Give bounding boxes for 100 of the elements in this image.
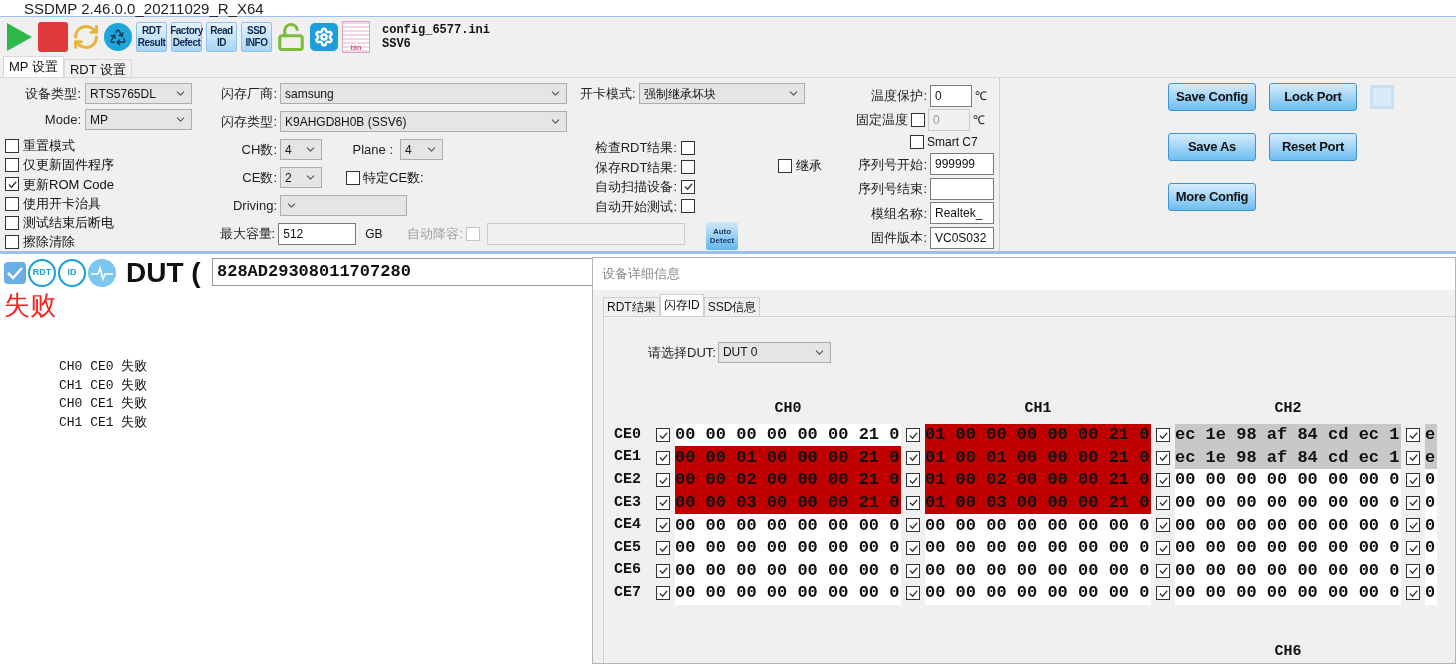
- field-label: 最大容量:: [218, 225, 276, 244]
- action-button[interactable]: Lock Port: [1269, 83, 1357, 111]
- id-cell: 0: [1425, 559, 1437, 582]
- dropdown[interactable]: samsung: [280, 83, 567, 104]
- dropdown[interactable]: DUT 0: [717, 341, 831, 363]
- input-field[interactable]: 999999: [930, 153, 994, 176]
- tab[interactable]: RDT结果: [603, 296, 660, 316]
- checkbox[interactable]: [5, 177, 19, 192]
- dropdown[interactable]: 4: [280, 139, 322, 160]
- dropdown[interactable]: 2: [280, 167, 322, 188]
- checkbox[interactable]: [656, 541, 670, 555]
- dropdown[interactable]: MP: [85, 109, 192, 130]
- checkbox[interactable]: [1406, 586, 1420, 601]
- checkbox[interactable]: [656, 495, 670, 510]
- dropdown[interactable]: 强制继承坏块: [638, 83, 805, 104]
- id-cell: 0: [1425, 581, 1437, 605]
- input-field[interactable]: [487, 223, 685, 245]
- checkbox[interactable]: [906, 473, 920, 488]
- toolbar-button[interactable]: RDT Result: [136, 22, 167, 52]
- field-label: 设备类型:: [24, 84, 81, 103]
- status-square: [1370, 85, 1394, 109]
- checkbox[interactable]: [906, 586, 920, 601]
- checkbox[interactable]: [778, 158, 792, 173]
- checkbox[interactable]: [906, 541, 920, 555]
- input-field[interactable]: 512: [278, 223, 357, 245]
- checkbox[interactable]: [1156, 450, 1170, 465]
- toolbar-button[interactable]: Factory Defect: [171, 22, 202, 52]
- tab[interactable]: MP 设置: [3, 56, 64, 77]
- checkbox[interactable]: [681, 179, 695, 194]
- toolbar-button[interactable]: Read ID: [206, 22, 237, 52]
- checkbox[interactable]: [656, 586, 670, 601]
- checkbox[interactable]: [656, 428, 670, 443]
- window-title: SSDMP 2.46.0.0_20211029_R_X64: [24, 0, 264, 16]
- recycle-icon[interactable]: [104, 23, 132, 51]
- action-button[interactable]: Reset Port: [1269, 133, 1357, 161]
- toolbar-button[interactable]: SSD INFO: [241, 22, 272, 52]
- id-cell: 01 00 02 00 00 00 21 0: [925, 468, 1151, 492]
- checkbox[interactable]: [911, 113, 925, 127]
- checkbox[interactable]: [5, 215, 19, 230]
- input-field[interactable]: Realtek_: [930, 202, 994, 225]
- action-button[interactable]: More Config: [1168, 183, 1256, 211]
- auto-detect-button[interactable]: Auto Detect: [706, 222, 738, 250]
- bin-file-button[interactable]: bin: [342, 21, 370, 53]
- log-line: CH1 CE1 失败: [59, 413, 148, 432]
- checkbox[interactable]: [5, 157, 19, 172]
- dropdown[interactable]: RTS5765DL: [85, 83, 192, 104]
- checkbox[interactable]: [1406, 541, 1420, 555]
- checkbox[interactable]: [1156, 541, 1170, 555]
- checkbox[interactable]: [906, 518, 920, 533]
- row-label: CE7: [614, 582, 642, 603]
- config-text: config_6577.ini: [382, 23, 491, 37]
- tab[interactable]: SSD信息: [703, 296, 761, 316]
- checkbox[interactable]: [1406, 495, 1420, 510]
- checkbox[interactable]: [681, 140, 695, 155]
- checkbox[interactable]: [1156, 473, 1170, 488]
- checkbox[interactable]: [906, 495, 920, 510]
- input-field[interactable]: [930, 177, 994, 200]
- checkbox[interactable]: [346, 170, 360, 185]
- row-label: CE4: [614, 515, 642, 536]
- dropdown[interactable]: K9AHGD8H0B (SSV6): [280, 111, 567, 132]
- checkbox[interactable]: [1156, 586, 1170, 601]
- checkbox[interactable]: [1406, 450, 1420, 465]
- checkbox[interactable]: [1156, 518, 1170, 533]
- id-cell: 00 00 00 00 00 00 00 0: [1175, 536, 1401, 560]
- checkbox[interactable]: [5, 196, 19, 211]
- id-cell: 00 00 00 00 00 00 21 0: [675, 423, 901, 447]
- action-button[interactable]: Save As: [1168, 133, 1256, 161]
- checkbox[interactable]: [5, 235, 19, 250]
- checkbox[interactable]: [681, 199, 695, 214]
- stop-icon[interactable]: [38, 21, 68, 53]
- id-cell: 00 00 02 00 00 00 21 0: [675, 468, 901, 492]
- checkbox[interactable]: [656, 518, 670, 533]
- checkbox[interactable]: [1406, 518, 1420, 533]
- id-cell: 00 00 00 00 00 00 00 0: [675, 559, 901, 582]
- input-field[interactable]: VC0S032: [930, 226, 994, 249]
- checkbox[interactable]: [4, 262, 26, 284]
- checkbox[interactable]: [5, 138, 19, 153]
- checkbox[interactable]: [656, 563, 670, 578]
- checkbox[interactable]: [906, 563, 920, 578]
- checkbox[interactable]: [1406, 473, 1420, 488]
- dut-title: DUT (: [126, 258, 201, 288]
- checkbox[interactable]: [656, 473, 670, 488]
- checkbox[interactable]: [910, 135, 924, 149]
- checkbox[interactable]: [656, 450, 670, 465]
- checkbox[interactable]: [1156, 428, 1170, 443]
- checkbox[interactable]: [1156, 495, 1170, 510]
- action-button[interactable]: Save Config: [1168, 83, 1256, 111]
- checkbox[interactable]: [1406, 563, 1420, 578]
- dropdown[interactable]: 4: [400, 139, 443, 160]
- tab[interactable]: 闪存ID: [659, 293, 704, 316]
- checkbox[interactable]: [906, 428, 920, 443]
- input-field[interactable]: 0: [930, 85, 972, 107]
- checkbox[interactable]: [906, 450, 920, 465]
- checkbox[interactable]: [681, 160, 695, 175]
- log-line: CH0 CE0 失败: [59, 358, 148, 376]
- checkbox[interactable]: [1406, 428, 1420, 443]
- checkbox[interactable]: [1156, 563, 1170, 578]
- serial-field[interactable]: 828AD29308011707280: [212, 258, 595, 286]
- settings-icon[interactable]: [310, 23, 338, 51]
- tab[interactable]: RDT 设置: [63, 59, 132, 77]
